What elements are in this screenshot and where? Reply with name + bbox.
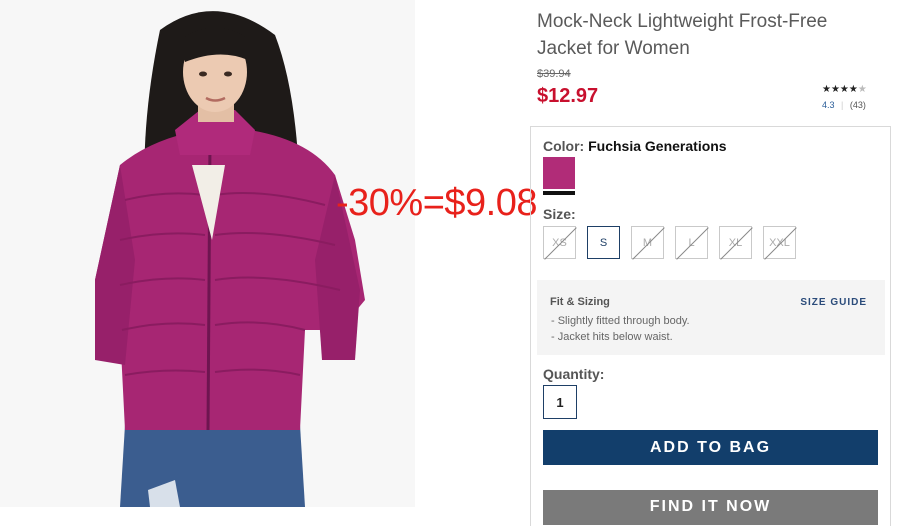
original-price: $39.94: [537, 68, 571, 80]
size-option-l[interactable]: L: [675, 226, 708, 259]
size-label: Size:: [543, 206, 576, 222]
fit-note: - Slightly fitted through body.: [551, 315, 690, 327]
color-selector: Color: Fuchsia Generations: [543, 138, 727, 154]
model-wearing-jacket-illustration: [0, 0, 415, 507]
rating-divider: |: [841, 100, 844, 110]
quantity-input[interactable]: 1: [543, 385, 577, 419]
find-it-now-button[interactable]: FIND IT NOW: [543, 490, 878, 525]
size-option-xl[interactable]: XL: [719, 226, 752, 259]
size-option-xs[interactable]: XS: [543, 226, 576, 259]
selected-swatch-indicator: [543, 191, 575, 195]
size-option-xxl[interactable]: XXL: [763, 226, 796, 259]
size-guide-link[interactable]: SIZE GUIDE: [800, 297, 867, 308]
add-to-bag-button[interactable]: ADD TO BAG: [543, 430, 878, 465]
fit-title: Fit & Sizing: [550, 296, 610, 308]
rating-average[interactable]: 4.3: [822, 100, 835, 110]
color-value: Fuchsia Generations: [588, 138, 727, 154]
rating-stars-icon: ★★★★★: [822, 84, 867, 95]
fit-notes: - Slightly fitted through body. - Jacket…: [551, 313, 690, 345]
color-label: Color:: [543, 138, 585, 154]
fit-and-sizing-box: Fit & Sizing SIZE GUIDE - Slightly fitte…: [537, 280, 885, 355]
product-image[interactable]: [0, 0, 415, 507]
discount-overlay-text: -30%=$9.08: [336, 182, 538, 224]
size-option-s[interactable]: S: [587, 226, 620, 259]
quantity-label: Quantity:: [543, 366, 605, 382]
sale-price: $12.97: [537, 85, 599, 107]
size-options: XS S M L XL XXL: [543, 226, 796, 259]
product-rating[interactable]: ★★★★★ 4.3 | (43): [822, 84, 892, 110]
product-title: Mock-Neck Lightweight Frost-Free Jacket …: [537, 11, 828, 59]
rating-count[interactable]: (43): [850, 100, 866, 110]
size-option-m[interactable]: M: [631, 226, 664, 259]
fit-note: - Jacket hits below waist.: [551, 331, 673, 343]
color-swatch-fuchsia[interactable]: [543, 157, 575, 189]
